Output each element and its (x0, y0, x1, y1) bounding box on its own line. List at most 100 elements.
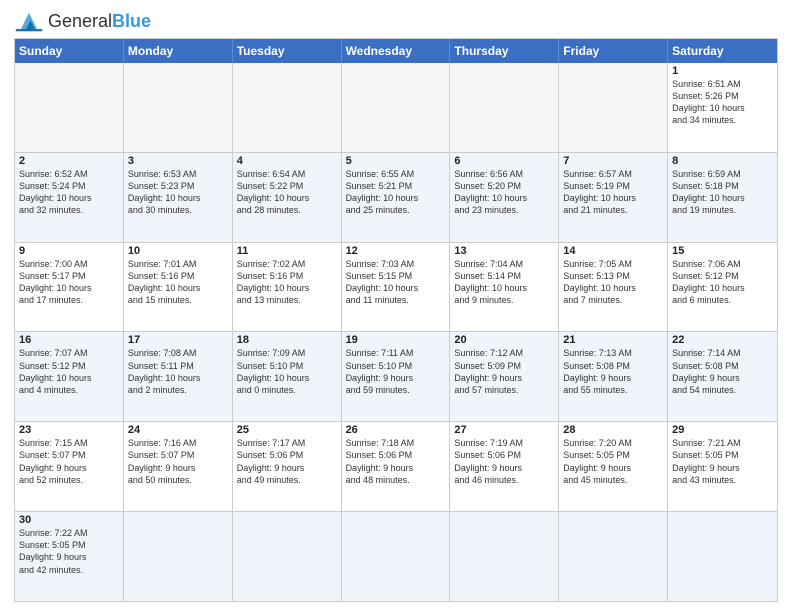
logo-icon (14, 10, 44, 32)
day-number: 3 (128, 155, 228, 167)
week-row: 30Sunrise: 7:22 AM Sunset: 5:05 PM Dayli… (15, 512, 777, 601)
day-cell: 24Sunrise: 7:16 AM Sunset: 5:07 PM Dayli… (124, 422, 233, 511)
day-info: Sunrise: 6:54 AM Sunset: 5:22 PM Dayligh… (237, 168, 337, 217)
day-cell: 22Sunrise: 7:14 AM Sunset: 5:08 PM Dayli… (668, 332, 777, 421)
day-number: 29 (672, 424, 773, 436)
day-cell: 1Sunrise: 6:51 AM Sunset: 5:26 PM Daylig… (668, 63, 777, 152)
day-header: Wednesday (342, 39, 451, 63)
day-header: Friday (559, 39, 668, 63)
day-cell: 2Sunrise: 6:52 AM Sunset: 5:24 PM Daylig… (15, 153, 124, 242)
day-cell: 20Sunrise: 7:12 AM Sunset: 5:09 PM Dayli… (450, 332, 559, 421)
day-info: Sunrise: 7:02 AM Sunset: 5:16 PM Dayligh… (237, 258, 337, 307)
day-cell (559, 512, 668, 601)
week-row: 1Sunrise: 6:51 AM Sunset: 5:26 PM Daylig… (15, 63, 777, 153)
day-info: Sunrise: 7:05 AM Sunset: 5:13 PM Dayligh… (563, 258, 663, 307)
day-cell: 4Sunrise: 6:54 AM Sunset: 5:22 PM Daylig… (233, 153, 342, 242)
day-info: Sunrise: 7:01 AM Sunset: 5:16 PM Dayligh… (128, 258, 228, 307)
day-number: 1 (672, 65, 773, 77)
day-cell (124, 512, 233, 601)
day-number: 11 (237, 245, 337, 257)
day-info: Sunrise: 7:22 AM Sunset: 5:05 PM Dayligh… (19, 527, 119, 576)
day-header: Tuesday (233, 39, 342, 63)
day-info: Sunrise: 7:20 AM Sunset: 5:05 PM Dayligh… (563, 437, 663, 486)
day-number: 7 (563, 155, 663, 167)
logo-text: GeneralBlue (48, 11, 151, 32)
day-cell: 17Sunrise: 7:08 AM Sunset: 5:11 PM Dayli… (124, 332, 233, 421)
day-cell: 27Sunrise: 7:19 AM Sunset: 5:06 PM Dayli… (450, 422, 559, 511)
day-cell: 25Sunrise: 7:17 AM Sunset: 5:06 PM Dayli… (233, 422, 342, 511)
day-number: 12 (346, 245, 446, 257)
day-info: Sunrise: 7:16 AM Sunset: 5:07 PM Dayligh… (128, 437, 228, 486)
day-cell: 12Sunrise: 7:03 AM Sunset: 5:15 PM Dayli… (342, 243, 451, 332)
day-cell: 15Sunrise: 7:06 AM Sunset: 5:12 PM Dayli… (668, 243, 777, 332)
day-cell (342, 63, 451, 152)
day-cell (450, 512, 559, 601)
day-cell: 10Sunrise: 7:01 AM Sunset: 5:16 PM Dayli… (124, 243, 233, 332)
day-number: 6 (454, 155, 554, 167)
day-number: 30 (19, 514, 119, 526)
day-number: 9 (19, 245, 119, 257)
day-number: 21 (563, 334, 663, 346)
day-info: Sunrise: 6:57 AM Sunset: 5:19 PM Dayligh… (563, 168, 663, 217)
day-info: Sunrise: 7:04 AM Sunset: 5:14 PM Dayligh… (454, 258, 554, 307)
day-info: Sunrise: 7:03 AM Sunset: 5:15 PM Dayligh… (346, 258, 446, 307)
day-info: Sunrise: 6:51 AM Sunset: 5:26 PM Dayligh… (672, 78, 773, 127)
day-number: 23 (19, 424, 119, 436)
day-cell: 3Sunrise: 6:53 AM Sunset: 5:23 PM Daylig… (124, 153, 233, 242)
week-row: 9Sunrise: 7:00 AM Sunset: 5:17 PM Daylig… (15, 243, 777, 333)
day-info: Sunrise: 7:17 AM Sunset: 5:06 PM Dayligh… (237, 437, 337, 486)
day-headers: SundayMondayTuesdayWednesdayThursdayFrid… (15, 39, 777, 63)
day-cell: 8Sunrise: 6:59 AM Sunset: 5:18 PM Daylig… (668, 153, 777, 242)
day-cell (342, 512, 451, 601)
weeks: 1Sunrise: 6:51 AM Sunset: 5:26 PM Daylig… (15, 63, 777, 601)
day-info: Sunrise: 7:18 AM Sunset: 5:06 PM Dayligh… (346, 437, 446, 486)
day-number: 15 (672, 245, 773, 257)
day-cell: 13Sunrise: 7:04 AM Sunset: 5:14 PM Dayli… (450, 243, 559, 332)
day-info: Sunrise: 7:08 AM Sunset: 5:11 PM Dayligh… (128, 347, 228, 396)
day-cell: 26Sunrise: 7:18 AM Sunset: 5:06 PM Dayli… (342, 422, 451, 511)
day-number: 22 (672, 334, 773, 346)
day-cell: 9Sunrise: 7:00 AM Sunset: 5:17 PM Daylig… (15, 243, 124, 332)
logo: GeneralBlue (14, 10, 151, 32)
day-cell (233, 63, 342, 152)
page: GeneralBlue SundayMondayTuesdayWednesday… (0, 0, 792, 612)
day-cell: 28Sunrise: 7:20 AM Sunset: 5:05 PM Dayli… (559, 422, 668, 511)
day-number: 24 (128, 424, 228, 436)
day-number: 26 (346, 424, 446, 436)
day-info: Sunrise: 7:13 AM Sunset: 5:08 PM Dayligh… (563, 347, 663, 396)
day-info: Sunrise: 7:12 AM Sunset: 5:09 PM Dayligh… (454, 347, 554, 396)
calendar: SundayMondayTuesdayWednesdayThursdayFrid… (14, 38, 778, 602)
day-number: 20 (454, 334, 554, 346)
day-cell: 7Sunrise: 6:57 AM Sunset: 5:19 PM Daylig… (559, 153, 668, 242)
day-number: 16 (19, 334, 119, 346)
day-cell: 29Sunrise: 7:21 AM Sunset: 5:05 PM Dayli… (668, 422, 777, 511)
day-header: Sunday (15, 39, 124, 63)
day-number: 27 (454, 424, 554, 436)
day-cell: 5Sunrise: 6:55 AM Sunset: 5:21 PM Daylig… (342, 153, 451, 242)
day-number: 18 (237, 334, 337, 346)
day-info: Sunrise: 6:53 AM Sunset: 5:23 PM Dayligh… (128, 168, 228, 217)
week-row: 23Sunrise: 7:15 AM Sunset: 5:07 PM Dayli… (15, 422, 777, 512)
day-cell (124, 63, 233, 152)
day-info: Sunrise: 7:21 AM Sunset: 5:05 PM Dayligh… (672, 437, 773, 486)
day-info: Sunrise: 6:55 AM Sunset: 5:21 PM Dayligh… (346, 168, 446, 217)
day-info: Sunrise: 7:07 AM Sunset: 5:12 PM Dayligh… (19, 347, 119, 396)
day-info: Sunrise: 7:15 AM Sunset: 5:07 PM Dayligh… (19, 437, 119, 486)
day-number: 5 (346, 155, 446, 167)
day-number: 2 (19, 155, 119, 167)
day-cell: 16Sunrise: 7:07 AM Sunset: 5:12 PM Dayli… (15, 332, 124, 421)
day-info: Sunrise: 6:52 AM Sunset: 5:24 PM Dayligh… (19, 168, 119, 217)
day-info: Sunrise: 6:59 AM Sunset: 5:18 PM Dayligh… (672, 168, 773, 217)
week-row: 16Sunrise: 7:07 AM Sunset: 5:12 PM Dayli… (15, 332, 777, 422)
day-number: 8 (672, 155, 773, 167)
day-info: Sunrise: 7:11 AM Sunset: 5:10 PM Dayligh… (346, 347, 446, 396)
day-cell (668, 512, 777, 601)
day-header: Monday (124, 39, 233, 63)
day-info: Sunrise: 7:09 AM Sunset: 5:10 PM Dayligh… (237, 347, 337, 396)
day-number: 13 (454, 245, 554, 257)
day-header: Thursday (450, 39, 559, 63)
day-info: Sunrise: 7:00 AM Sunset: 5:17 PM Dayligh… (19, 258, 119, 307)
day-cell: 18Sunrise: 7:09 AM Sunset: 5:10 PM Dayli… (233, 332, 342, 421)
day-info: Sunrise: 7:06 AM Sunset: 5:12 PM Dayligh… (672, 258, 773, 307)
day-info: Sunrise: 6:56 AM Sunset: 5:20 PM Dayligh… (454, 168, 554, 217)
